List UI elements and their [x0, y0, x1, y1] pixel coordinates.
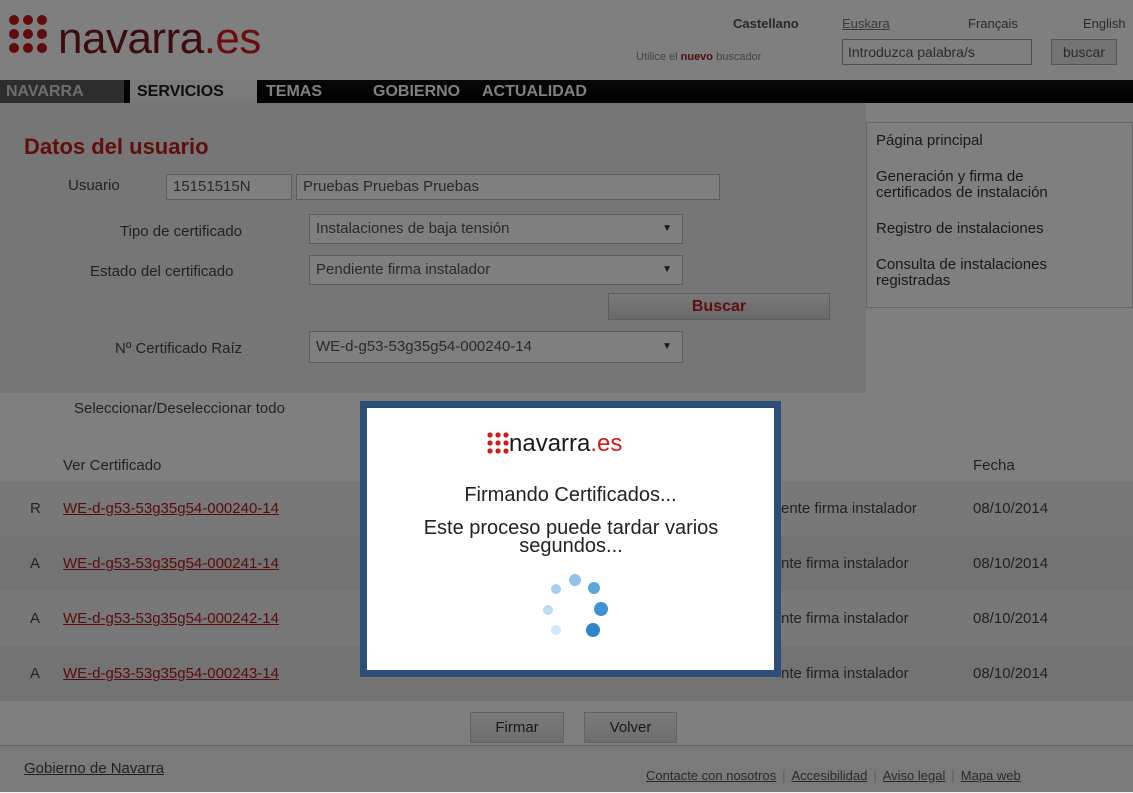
modal-title: Firmando Certificados... [464, 484, 677, 506]
modal-logo-text: navarra [509, 430, 591, 457]
signing-progress-dialog: navarra.es Firmando Certificados... Este… [360, 401, 781, 677]
modal-message: Este proceso puede tardar varios segundo… [423, 517, 719, 557]
loading-spinner-icon [543, 574, 608, 637]
modal-logo-tld: .es [590, 430, 623, 457]
modal-logo: navarra.es [487, 430, 622, 458]
navarra-logo-dots-icon [487, 432, 509, 454]
